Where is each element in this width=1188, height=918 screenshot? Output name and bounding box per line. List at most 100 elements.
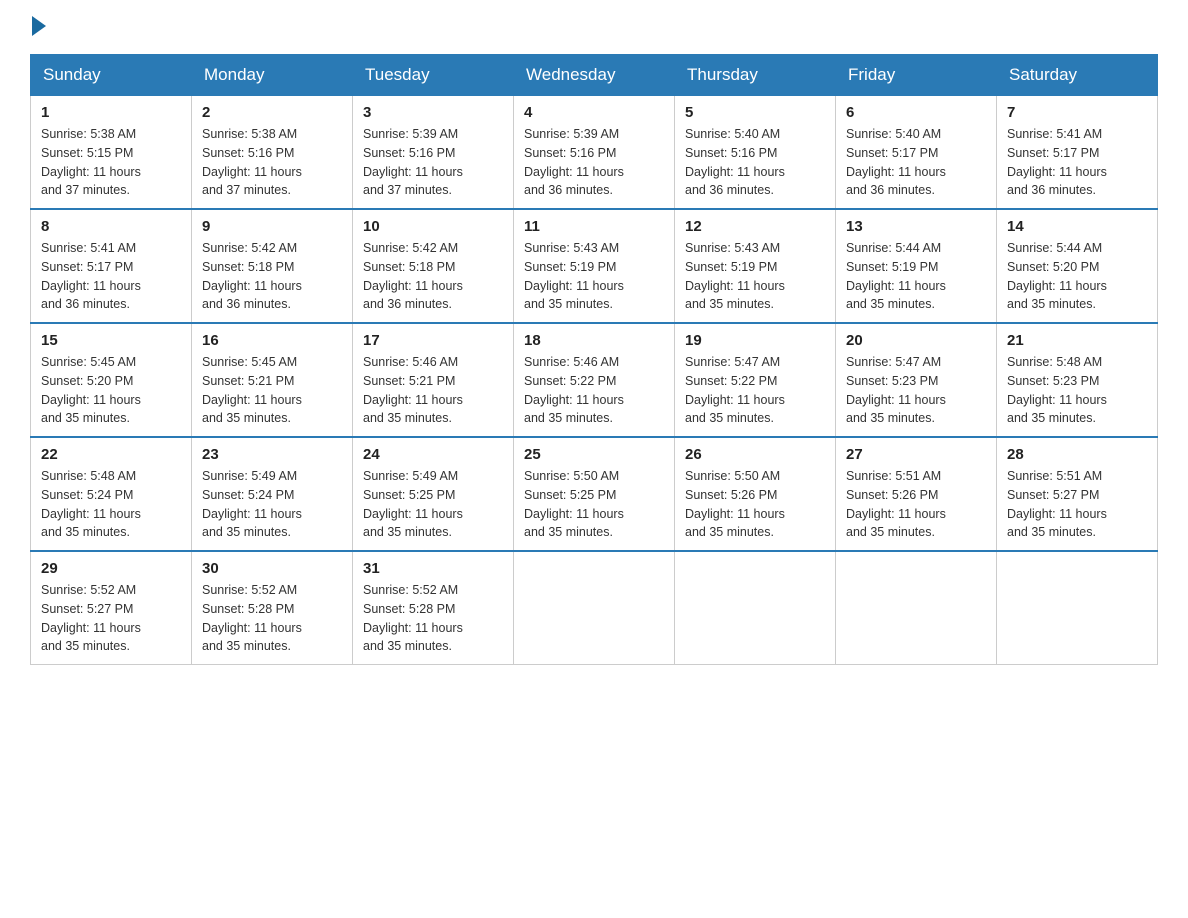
page-header — [30, 20, 1158, 34]
calendar-cell: 19 Sunrise: 5:47 AMSunset: 5:22 PMDayligh… — [675, 323, 836, 437]
calendar-header-tuesday: Tuesday — [353, 55, 514, 96]
day-number: 6 — [846, 104, 986, 121]
calendar-header-row: SundayMondayTuesdayWednesdayThursdayFrid… — [31, 55, 1158, 96]
calendar-cell: 28Sunrise: 5:51 AMSunset: 5:27 PMDayligh… — [997, 437, 1158, 551]
calendar-cell: 8 Sunrise: 5:41 AMSunset: 5:17 PMDaylight… — [31, 209, 192, 323]
day-info: Sunrise: 5:44 AMSunset: 5:19 PMDaylight:… — [846, 239, 986, 314]
day-number: 31 — [363, 560, 503, 577]
day-number: 13 — [846, 218, 986, 235]
calendar-week-row: 15Sunrise: 5:45 AMSunset: 5:20 PMDayligh… — [31, 323, 1158, 437]
calendar-cell: 14 Sunrise: 5:44 AMSunset: 5:20 PMDayligh… — [997, 209, 1158, 323]
calendar-header-friday: Friday — [836, 55, 997, 96]
day-info: Sunrise: 5:52 AMSunset: 5:28 PMDaylight:… — [202, 581, 342, 656]
day-number: 2 — [202, 104, 342, 121]
calendar-cell: 1 Sunrise: 5:38 AMSunset: 5:15 PMDaylight… — [31, 96, 192, 210]
day-info: Sunrise: 5:51 AMSunset: 5:26 PMDaylight:… — [846, 467, 986, 542]
day-info: Sunrise: 5:47 AMSunset: 5:23 PMDaylight:… — [846, 353, 986, 428]
day-number: 9 — [202, 218, 342, 235]
day-info: Sunrise: 5:50 AMSunset: 5:25 PMDaylight:… — [524, 467, 664, 542]
day-info: Sunrise: 5:45 AMSunset: 5:20 PMDaylight:… — [41, 353, 181, 428]
calendar-cell: 12 Sunrise: 5:43 AMSunset: 5:19 PMDayligh… — [675, 209, 836, 323]
day-number: 3 — [363, 104, 503, 121]
day-number: 11 — [524, 218, 664, 235]
calendar-cell: 27 Sunrise: 5:51 AMSunset: 5:26 PMDayligh… — [836, 437, 997, 551]
day-info: Sunrise: 5:49 AMSunset: 5:24 PMDaylight:… — [202, 467, 342, 542]
calendar-cell: 5Sunrise: 5:40 AMSunset: 5:16 PMDaylight… — [675, 96, 836, 210]
day-info: Sunrise: 5:43 AMSunset: 5:19 PMDaylight:… — [685, 239, 825, 314]
day-number: 1 — [41, 104, 181, 121]
day-number: 8 — [41, 218, 181, 235]
day-number: 30 — [202, 560, 342, 577]
calendar-cell: 23 Sunrise: 5:49 AMSunset: 5:24 PMDayligh… — [192, 437, 353, 551]
day-number: 23 — [202, 446, 342, 463]
calendar-cell: 30 Sunrise: 5:52 AMSunset: 5:28 PMDayligh… — [192, 551, 353, 665]
day-info: Sunrise: 5:44 AMSunset: 5:20 PMDaylight:… — [1007, 239, 1147, 314]
day-number: 16 — [202, 332, 342, 349]
day-number: 19 — [685, 332, 825, 349]
day-info: Sunrise: 5:41 AMSunset: 5:17 PMDaylight:… — [41, 239, 181, 314]
day-number: 12 — [685, 218, 825, 235]
calendar-cell: 18Sunrise: 5:46 AMSunset: 5:22 PMDayligh… — [514, 323, 675, 437]
day-info: Sunrise: 5:47 AMSunset: 5:22 PMDaylight:… — [685, 353, 825, 428]
calendar-header-monday: Monday — [192, 55, 353, 96]
day-info: Sunrise: 5:51 AMSunset: 5:27 PMDaylight:… — [1007, 467, 1147, 542]
logo — [30, 20, 46, 34]
calendar-cell: 6 Sunrise: 5:40 AMSunset: 5:17 PMDaylight… — [836, 96, 997, 210]
day-info: Sunrise: 5:40 AMSunset: 5:16 PMDaylight:… — [685, 125, 825, 200]
calendar-cell — [997, 551, 1158, 665]
day-number: 22 — [41, 446, 181, 463]
calendar-table: SundayMondayTuesdayWednesdayThursdayFrid… — [30, 54, 1158, 665]
day-info: Sunrise: 5:38 AMSunset: 5:15 PMDaylight:… — [41, 125, 181, 200]
calendar-week-row: 8 Sunrise: 5:41 AMSunset: 5:17 PMDaylight… — [31, 209, 1158, 323]
calendar-header-wednesday: Wednesday — [514, 55, 675, 96]
day-number: 10 — [363, 218, 503, 235]
calendar-cell: 16 Sunrise: 5:45 AMSunset: 5:21 PMDayligh… — [192, 323, 353, 437]
day-info: Sunrise: 5:43 AMSunset: 5:19 PMDaylight:… — [524, 239, 664, 314]
calendar-cell: 17Sunrise: 5:46 AMSunset: 5:21 PMDayligh… — [353, 323, 514, 437]
calendar-cell: 10 Sunrise: 5:42 AMSunset: 5:18 PMDayligh… — [353, 209, 514, 323]
calendar-cell: 22 Sunrise: 5:48 AMSunset: 5:24 PMDayligh… — [31, 437, 192, 551]
day-number: 29 — [41, 560, 181, 577]
day-info: Sunrise: 5:38 AMSunset: 5:16 PMDaylight:… — [202, 125, 342, 200]
day-info: Sunrise: 5:46 AMSunset: 5:22 PMDaylight:… — [524, 353, 664, 428]
day-info: Sunrise: 5:42 AMSunset: 5:18 PMDaylight:… — [202, 239, 342, 314]
day-info: Sunrise: 5:48 AMSunset: 5:24 PMDaylight:… — [41, 467, 181, 542]
day-info: Sunrise: 5:52 AMSunset: 5:28 PMDaylight:… — [363, 581, 503, 656]
day-number: 26 — [685, 446, 825, 463]
calendar-cell: 15Sunrise: 5:45 AMSunset: 5:20 PMDayligh… — [31, 323, 192, 437]
logo-arrow-icon — [32, 16, 46, 36]
calendar-cell: 25 Sunrise: 5:50 AMSunset: 5:25 PMDayligh… — [514, 437, 675, 551]
calendar-cell: 2 Sunrise: 5:38 AMSunset: 5:16 PMDaylight… — [192, 96, 353, 210]
calendar-cell: 20Sunrise: 5:47 AMSunset: 5:23 PMDayligh… — [836, 323, 997, 437]
calendar-cell: 31 Sunrise: 5:52 AMSunset: 5:28 PMDayligh… — [353, 551, 514, 665]
day-number: 4 — [524, 104, 664, 121]
day-info: Sunrise: 5:41 AMSunset: 5:17 PMDaylight:… — [1007, 125, 1147, 200]
day-info: Sunrise: 5:39 AMSunset: 5:16 PMDaylight:… — [363, 125, 503, 200]
day-number: 21 — [1007, 332, 1147, 349]
day-number: 14 — [1007, 218, 1147, 235]
calendar-cell — [836, 551, 997, 665]
calendar-cell: 21Sunrise: 5:48 AMSunset: 5:23 PMDayligh… — [997, 323, 1158, 437]
day-number: 27 — [846, 446, 986, 463]
calendar-cell: 13 Sunrise: 5:44 AMSunset: 5:19 PMDayligh… — [836, 209, 997, 323]
calendar-cell: 7 Sunrise: 5:41 AMSunset: 5:17 PMDaylight… — [997, 96, 1158, 210]
calendar-cell — [514, 551, 675, 665]
day-number: 7 — [1007, 104, 1147, 121]
day-number: 25 — [524, 446, 664, 463]
calendar-cell: 3 Sunrise: 5:39 AMSunset: 5:16 PMDaylight… — [353, 96, 514, 210]
day-info: Sunrise: 5:52 AMSunset: 5:27 PMDaylight:… — [41, 581, 181, 656]
calendar-cell: 24Sunrise: 5:49 AMSunset: 5:25 PMDayligh… — [353, 437, 514, 551]
day-info: Sunrise: 5:49 AMSunset: 5:25 PMDaylight:… — [363, 467, 503, 542]
day-number: 17 — [363, 332, 503, 349]
calendar-header-thursday: Thursday — [675, 55, 836, 96]
calendar-header-sunday: Sunday — [31, 55, 192, 96]
day-info: Sunrise: 5:50 AMSunset: 5:26 PMDaylight:… — [685, 467, 825, 542]
day-info: Sunrise: 5:42 AMSunset: 5:18 PMDaylight:… — [363, 239, 503, 314]
day-info: Sunrise: 5:45 AMSunset: 5:21 PMDaylight:… — [202, 353, 342, 428]
calendar-cell: 29 Sunrise: 5:52 AMSunset: 5:27 PMDayligh… — [31, 551, 192, 665]
calendar-cell: 4Sunrise: 5:39 AMSunset: 5:16 PMDaylight… — [514, 96, 675, 210]
calendar-week-row: 1 Sunrise: 5:38 AMSunset: 5:15 PMDaylight… — [31, 96, 1158, 210]
calendar-cell: 9 Sunrise: 5:42 AMSunset: 5:18 PMDaylight… — [192, 209, 353, 323]
calendar-header-saturday: Saturday — [997, 55, 1158, 96]
day-info: Sunrise: 5:40 AMSunset: 5:17 PMDaylight:… — [846, 125, 986, 200]
